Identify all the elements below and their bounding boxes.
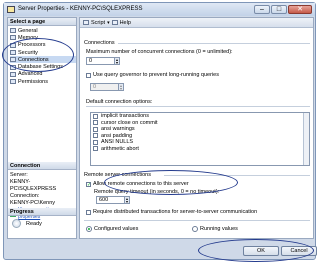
server-properties-window: Server Properties - KENNY-PC\SQLEXPRESS …	[3, 2, 317, 260]
checkbox-box	[86, 209, 91, 215]
server-value: KENNY-PC\SQLEXPRESS	[10, 179, 57, 192]
page-icon	[10, 57, 16, 63]
page-icon	[10, 42, 16, 48]
divider	[118, 43, 310, 44]
remote-timeout-label: Remote query timeout (in seconds, 0 = no…	[94, 189, 220, 195]
page-icon	[10, 64, 16, 70]
max-connections-input[interactable]: 0 ▴ ▾	[86, 57, 120, 65]
server-label: Server:	[10, 172, 28, 178]
right-panel: Script ▾ Help Connections Maximum number…	[79, 17, 314, 239]
list-item[interactable]: arithmetic abort	[91, 146, 309, 153]
window-title: Server Properties - KENNY-PC\SQLEXPRESS	[18, 6, 143, 12]
remote-connections-header: Remote server connections	[84, 172, 151, 178]
left-panel: Select a page General Memory Processors …	[7, 17, 77, 239]
page-item-connections[interactable]: Connections	[10, 56, 76, 64]
require-distributed-transactions-checkbox[interactable]: Require distributed transactions for ser…	[86, 209, 257, 215]
page-item-database-settings[interactable]: Database Settings	[10, 63, 76, 70]
page-item-general[interactable]: General	[10, 27, 76, 34]
divider	[84, 220, 310, 221]
page-icon	[10, 50, 16, 56]
page-item-advanced[interactable]: Advanced	[10, 71, 76, 78]
allow-remote-connections-checkbox[interactable]: Allow remote connections to this server	[86, 181, 189, 187]
checkbox-box[interactable]	[93, 146, 98, 152]
progress-section: Progress Ready	[8, 208, 76, 231]
configured-values-radio[interactable]: Configured values	[86, 226, 138, 232]
window-icon	[7, 6, 15, 13]
divider	[86, 106, 310, 107]
query-governor-input[interactable]: 0 ▴ ▾	[90, 83, 124, 91]
page-icon	[10, 79, 16, 85]
toolbar: Script ▾ Help	[80, 18, 313, 28]
radio-dot	[192, 226, 198, 232]
spin-arrows-icon[interactable]: ▴ ▾	[124, 197, 129, 204]
page-icon	[10, 35, 16, 41]
connections-header: Connections	[84, 40, 115, 46]
divider	[164, 175, 310, 176]
script-button[interactable]: Script	[91, 20, 105, 26]
script-icon	[83, 20, 89, 25]
checkbox-box	[86, 181, 91, 187]
connection-label: Connection:	[10, 193, 40, 199]
page-item-permissions[interactable]: Permissions	[10, 78, 76, 85]
running-values-radio[interactable]: Running values	[192, 226, 238, 232]
progress-status: Ready	[26, 220, 42, 227]
help-button[interactable]: Help	[120, 20, 131, 26]
default-options-label: Default connection options:	[86, 99, 153, 105]
spin-arrows-icon[interactable]: ▴ ▾	[118, 84, 123, 91]
progress-header: Progress	[8, 208, 76, 216]
page-list: General Memory Processors Security Conne…	[8, 26, 76, 85]
default-options-list[interactable]: implicit transactions cursor close on co…	[90, 112, 310, 166]
script-dropdown-icon[interactable]: ▾	[107, 20, 110, 26]
maximize-button[interactable]: □	[271, 5, 287, 14]
help-icon	[111, 20, 118, 25]
title-bar: Server Properties - KENNY-PC\SQLEXPRESS …	[4, 3, 315, 16]
select-page-header: Select a page	[8, 18, 76, 26]
checkbox-box[interactable]	[93, 139, 98, 145]
radio-dot	[86, 226, 92, 232]
list-scrollbar[interactable]	[303, 113, 309, 165]
progress-spinner-icon	[12, 219, 21, 228]
checkbox-box[interactable]	[93, 126, 98, 132]
checkbox-box[interactable]	[93, 120, 98, 126]
close-button[interactable]: ✕	[288, 5, 312, 14]
spin-arrows-icon[interactable]: ▴ ▾	[114, 58, 119, 65]
checkbox-box	[86, 72, 91, 78]
checkbox-box[interactable]	[93, 113, 98, 119]
max-connections-label: Maximum number of concurrent connections…	[86, 49, 233, 55]
page-item-security[interactable]: Security	[10, 49, 76, 56]
cancel-button[interactable]: Cancel	[281, 246, 317, 256]
page-item-memory[interactable]: Memory	[10, 34, 76, 41]
ok-button[interactable]: OK	[243, 246, 279, 256]
page-icon	[10, 71, 16, 77]
checkbox-box[interactable]	[93, 133, 98, 139]
connection-header: Connection	[8, 162, 76, 170]
use-query-governor-checkbox[interactable]: Use query governor to prevent long-runni…	[86, 72, 219, 78]
connection-value: KENNY-PC\Kenny	[10, 200, 56, 206]
page-icon	[10, 28, 16, 34]
remote-timeout-input[interactable]: 600 ▴ ▾	[96, 196, 130, 204]
page-item-processors[interactable]: Processors	[10, 42, 76, 49]
minimize-button[interactable]: –	[254, 5, 270, 14]
